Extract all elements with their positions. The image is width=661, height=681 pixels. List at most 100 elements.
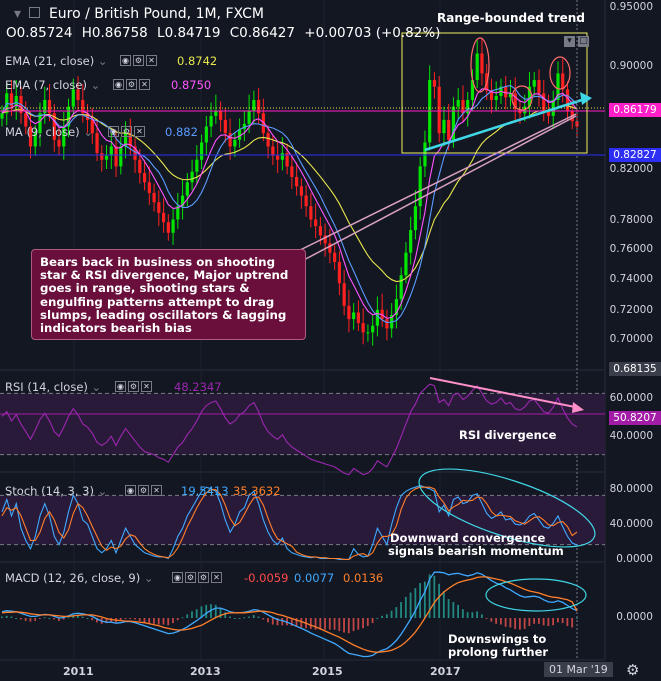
legend-rsi[interactable]: RSI (14, close) ⌄: [5, 380, 101, 394]
macd-histogram-bar: [39, 618, 41, 619]
candle-body: [114, 146, 118, 167]
macd-histogram-bar: [400, 601, 402, 618]
legend-macd-v2: 0.0077: [294, 571, 335, 585]
macd-histogram-bar: [366, 618, 369, 627]
macd-histogram-bar: [248, 616, 250, 618]
legend-rsi-controls[interactable]: ◉ ⚙ ✕: [115, 381, 152, 393]
candle-body: [280, 153, 284, 160]
symbol-title[interactable]: ▾ Euro / British Pound, 1M, FXCM: [14, 6, 264, 22]
candle-body: [190, 171, 194, 183]
macd-histogram-bar: [143, 618, 146, 623]
gear-icon: ⚙: [133, 55, 144, 66]
close-icon: ✕: [211, 572, 222, 583]
gear-icon: ⚙: [185, 572, 196, 583]
annotation-macd-1: Downswings to: [448, 632, 547, 646]
macd-histogram-bar: [10, 616, 13, 618]
legend-ma9[interactable]: MA (9, close) ⌄: [5, 125, 93, 139]
macd-histogram-bar: [576, 617, 578, 619]
settings-gear-icon[interactable]: ⚙: [626, 661, 639, 679]
legend-macd-controls[interactable]: ◉ ⚙ ⚙ ✕: [172, 572, 222, 584]
gear-icon: ⚙: [128, 381, 139, 392]
macd-histogram-bar: [552, 618, 555, 626]
collapse-icon[interactable]: ▾: [14, 6, 21, 22]
annotation-bear-note: Bears back in business on shooting star …: [31, 249, 306, 340]
candle-body: [418, 166, 422, 207]
time-label: 2017: [430, 665, 461, 678]
time-label: 2015: [312, 665, 343, 678]
eye-icon: ◉: [113, 79, 124, 90]
maximize-icon[interactable]: □: [578, 36, 589, 47]
legend-ma9-value: 0.882: [165, 125, 198, 139]
macd-histogram-bar: [219, 607, 222, 618]
macd-histogram-bar: [423, 581, 426, 618]
macd-histogram-bar: [433, 575, 436, 618]
macd-histogram-bar: [300, 618, 303, 628]
price-tick: 0.76000: [609, 243, 653, 255]
legend-ema21-controls[interactable]: ◉ ⚙ ✕: [120, 55, 157, 67]
macd-histogram-bar: [528, 618, 531, 627]
macd-histogram-bar: [561, 618, 564, 624]
legend-ma9-controls[interactable]: ◉ ⚙ ✕: [108, 126, 145, 138]
legend-stoch-controls[interactable]: ◉ ⚙ ✕: [125, 485, 162, 497]
macd-histogram-bar: [162, 618, 165, 625]
candle-body: [204, 126, 208, 143]
macd-histogram-bar: [195, 609, 198, 618]
legend-stoch[interactable]: Stoch (14, 3, 3) ⌄: [5, 484, 107, 498]
candle-body: [413, 206, 418, 231]
candle-body: [119, 146, 123, 167]
candle-body: [295, 176, 299, 187]
macd-histogram-bar: [509, 618, 512, 628]
candle-body: [337, 261, 341, 284]
macd-histogram-bar: [233, 618, 236, 619]
macd-tick: 0.0000: [616, 611, 653, 623]
macd-histogram-bar: [67, 617, 70, 619]
candle-body: [223, 119, 227, 134]
candle-body: [532, 80, 536, 87]
macd-histogram-bar: [547, 618, 550, 627]
ohlc-readout: O0.85724 H0.86758 L0.84719 C0.86427 +0.0…: [6, 25, 441, 41]
macd-histogram-bar: [542, 618, 545, 626]
candle-body: [356, 312, 361, 324]
macd-histogram-bar: [257, 616, 260, 618]
stoch-tick: 0.0000: [616, 553, 653, 565]
candle-body: [304, 195, 308, 207]
macd-histogram-bar: [124, 618, 127, 619]
macd-histogram-bar: [556, 618, 559, 623]
macd-histogram-bar: [15, 618, 18, 619]
candle-body: [352, 312, 356, 320]
legend-ema21[interactable]: EMA (21, close) ⌄: [5, 54, 108, 68]
macd-histogram-bar: [452, 601, 455, 618]
macd-histogram-bar: [362, 618, 364, 629]
candle-body: [385, 319, 389, 329]
eye-icon: ◉: [172, 572, 183, 583]
legend-ema7[interactable]: EMA (7, close) ⌄: [5, 78, 100, 92]
stoch-tick: 40.0000: [609, 518, 653, 530]
macd-histogram-bar: [129, 618, 132, 619]
macd-histogram-bar: [243, 617, 246, 619]
price-tick: 0.95000: [609, 1, 653, 13]
candle-body: [195, 159, 199, 172]
annotation-range-trend: Range-bounded trend: [437, 11, 585, 25]
legend-macd[interactable]: MACD (12, 26, close, 9) ⌄: [5, 571, 154, 585]
macd-histogram-bar: [376, 618, 379, 619]
candle-body: [456, 99, 460, 107]
macd-histogram-bar: [153, 618, 155, 624]
macd-histogram-bar: [29, 618, 32, 622]
candle-body: [342, 283, 346, 306]
candle-body: [475, 53, 479, 81]
macd-histogram-bar: [395, 607, 398, 618]
price-tick: 0.78000: [609, 214, 653, 226]
macd-histogram-bar: [48, 618, 51, 619]
macd-histogram-bar: [34, 618, 37, 621]
candle-body: [157, 202, 161, 213]
eye-icon: ◉: [120, 55, 131, 66]
current-price-tag: 0.86179: [609, 103, 661, 117]
chevron-down-icon[interactable]: ▾: [564, 36, 575, 47]
rsi-band: [0, 393, 605, 455]
legend-ema7-controls[interactable]: ◉ ⚙ ✕: [113, 79, 150, 91]
macd-histogram-bar: [385, 614, 388, 618]
gear-icon: ⚙: [198, 572, 209, 583]
candle-body: [299, 186, 303, 196]
checkbox-icon[interactable]: [29, 7, 41, 18]
pane-controls[interactable]: ▾ □: [564, 36, 589, 47]
